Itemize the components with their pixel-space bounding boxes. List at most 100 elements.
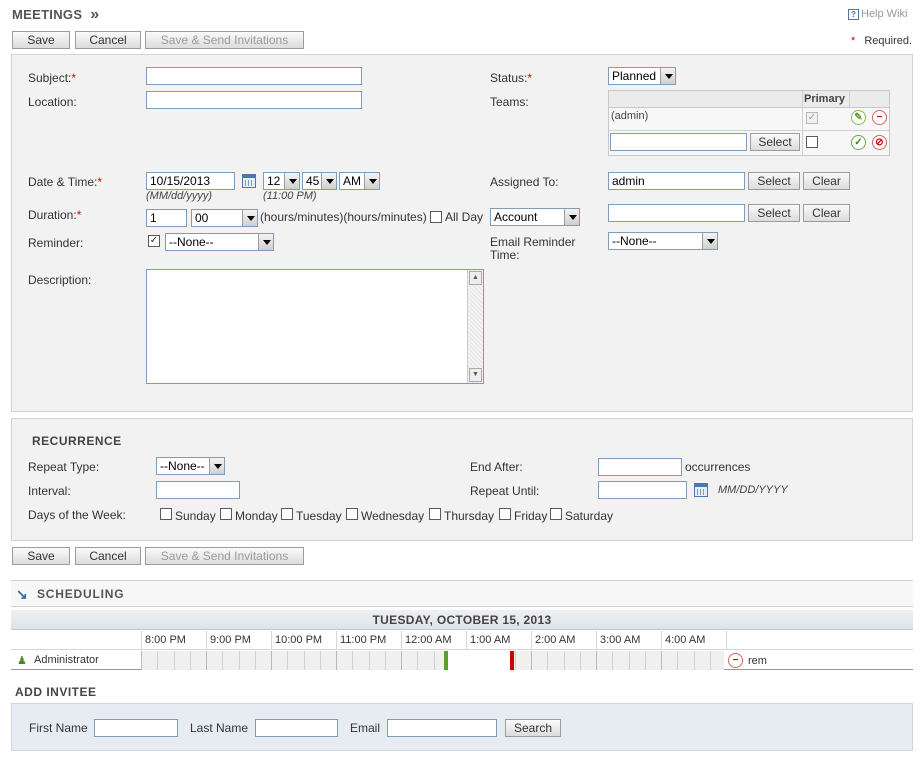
parent-select-button[interactable]: Select xyxy=(748,204,800,222)
repeat-type-label: Repeat Type: xyxy=(28,460,100,474)
edit-team-icon[interactable]: ✎ xyxy=(851,110,866,125)
schedule-slot xyxy=(385,651,386,670)
time-column-divider xyxy=(271,631,272,650)
email-reminder-select[interactable]: --None-- xyxy=(608,232,718,250)
save-send-button-top[interactable]: Save & Send Invitations xyxy=(145,31,304,49)
email-reminder-value: --None-- xyxy=(612,234,657,248)
all-day-checkbox[interactable] xyxy=(430,211,442,223)
schedule-slot xyxy=(352,651,353,670)
duration-hours-input[interactable] xyxy=(146,209,187,227)
title-arrow: » xyxy=(90,6,100,23)
schedule-slot xyxy=(320,651,321,670)
first-name-input[interactable] xyxy=(94,719,178,737)
interval-input[interactable] xyxy=(156,481,240,499)
cancel-button-bottom[interactable]: Cancel xyxy=(75,547,141,565)
remove-attendee-icon[interactable]: − xyxy=(728,653,743,668)
save-send-button-bottom[interactable]: Save & Send Invitations xyxy=(145,547,304,565)
schedule-slot xyxy=(564,651,565,670)
subject-input[interactable] xyxy=(146,67,362,85)
assigned-clear-button[interactable]: Clear xyxy=(803,172,850,190)
scroll-up-arrow[interactable]: ▲ xyxy=(469,271,482,285)
date-input[interactable] xyxy=(146,172,235,190)
new-team-primary-checkbox[interactable] xyxy=(806,136,818,148)
help-wiki-link[interactable]: ? Help Wiki xyxy=(848,8,907,20)
assigned-to-input[interactable] xyxy=(608,172,745,190)
schedule-slot xyxy=(222,651,223,670)
hour-select[interactable]: 12 xyxy=(263,172,300,190)
reminder-checkbox[interactable] xyxy=(148,235,160,247)
time-label: 3:00 AM xyxy=(600,634,641,646)
repeat-until-input[interactable] xyxy=(598,481,687,499)
reminder-select[interactable]: --None-- xyxy=(165,233,274,251)
time-column-divider xyxy=(336,631,337,650)
team-select-button[interactable]: Select xyxy=(750,133,800,151)
remove-attendee-label[interactable]: rem xyxy=(748,655,767,667)
recurrence-title: RECURRENCE xyxy=(32,434,122,448)
occurrences-label: occurrences xyxy=(685,460,751,474)
cancel-team-icon[interactable]: ⊘ xyxy=(872,135,887,150)
page-title-text: MEETINGS xyxy=(12,7,83,22)
email-input[interactable] xyxy=(387,719,497,737)
end-after-input[interactable] xyxy=(598,458,682,476)
teams-label: Teams: xyxy=(490,95,529,109)
schedule-slot xyxy=(694,651,695,670)
duration-minutes-select[interactable]: 00 xyxy=(191,209,258,227)
save-button-top[interactable]: Save xyxy=(12,31,70,49)
assigned-select-button[interactable]: Select xyxy=(748,172,800,190)
scheduling-header[interactable] xyxy=(11,580,913,607)
teams-primary-header: Primary xyxy=(804,93,845,105)
time-label: 9:00 PM xyxy=(210,634,251,646)
day-checkbox-tuesday[interactable] xyxy=(281,508,293,520)
save-button-bottom[interactable]: Save xyxy=(12,547,70,565)
day-checkbox-wednesday[interactable] xyxy=(346,508,358,520)
help-icon: ? xyxy=(848,8,859,20)
time-column-divider xyxy=(466,631,467,650)
schedule-slot xyxy=(271,651,272,670)
description-scrollbar[interactable]: ▲ ▼ xyxy=(467,270,483,383)
parent-type-select[interactable]: Account xyxy=(490,208,580,226)
duration-label: Duration:* xyxy=(28,208,82,222)
schedule-slot xyxy=(645,651,646,670)
repeat-until-hint: MM/DD/YYYY xyxy=(718,484,788,496)
day-checkbox-monday[interactable] xyxy=(220,508,232,520)
parent-clear-button[interactable]: Clear xyxy=(803,204,850,222)
location-input[interactable] xyxy=(146,91,362,109)
cancel-button-top[interactable]: Cancel xyxy=(75,31,141,49)
repeat-type-select[interactable]: --None-- xyxy=(156,457,225,475)
remove-team-icon[interactable]: − xyxy=(872,110,887,125)
team-name-input[interactable] xyxy=(610,133,747,151)
day-checkbox-saturday[interactable] xyxy=(550,508,562,520)
location-label: Location: xyxy=(28,95,77,109)
minute-select[interactable]: 45 xyxy=(302,172,337,190)
scroll-down-arrow[interactable]: ▼ xyxy=(469,368,482,382)
parent-name-input[interactable] xyxy=(608,204,745,222)
repeat-until-label: Repeat Until: xyxy=(470,484,540,498)
day-checkbox-sunday[interactable] xyxy=(160,508,172,520)
ampm-select[interactable]: AM xyxy=(339,172,380,190)
ampm-value: AM xyxy=(343,174,361,188)
status-select[interactable]: Planned xyxy=(608,67,676,85)
end-after-label: End After: xyxy=(470,460,523,474)
schedule-slot xyxy=(141,651,142,670)
confirm-team-icon[interactable]: ✓ xyxy=(851,135,866,150)
time-label: 11:00 PM xyxy=(340,634,387,646)
day-checkbox-thursday[interactable] xyxy=(429,508,441,520)
repeat-until-calendar-icon[interactable] xyxy=(694,483,708,497)
status-label: Status:* xyxy=(490,71,533,85)
team-primary-checkbox xyxy=(806,112,818,124)
calendar-icon[interactable] xyxy=(242,174,256,188)
collapse-arrow-icon[interactable]: ↘ xyxy=(16,586,28,603)
day-label-sunday: Sunday xyxy=(175,509,216,523)
help-wiki-label: Help Wiki xyxy=(861,8,908,20)
teams-row-divider xyxy=(609,130,889,131)
description-textarea[interactable]: ▲ ▼ xyxy=(146,269,484,384)
page-title: MEETINGS » xyxy=(12,6,99,24)
last-name-input[interactable] xyxy=(255,719,338,737)
day-checkbox-friday[interactable] xyxy=(499,508,511,520)
schedule-slot xyxy=(710,651,711,670)
schedule-slot xyxy=(174,651,175,670)
day-label-monday: Monday xyxy=(235,509,278,523)
time-column-divider xyxy=(401,631,402,650)
time-label: 12:00 AM xyxy=(405,634,452,646)
search-button[interactable]: Search xyxy=(505,719,561,737)
